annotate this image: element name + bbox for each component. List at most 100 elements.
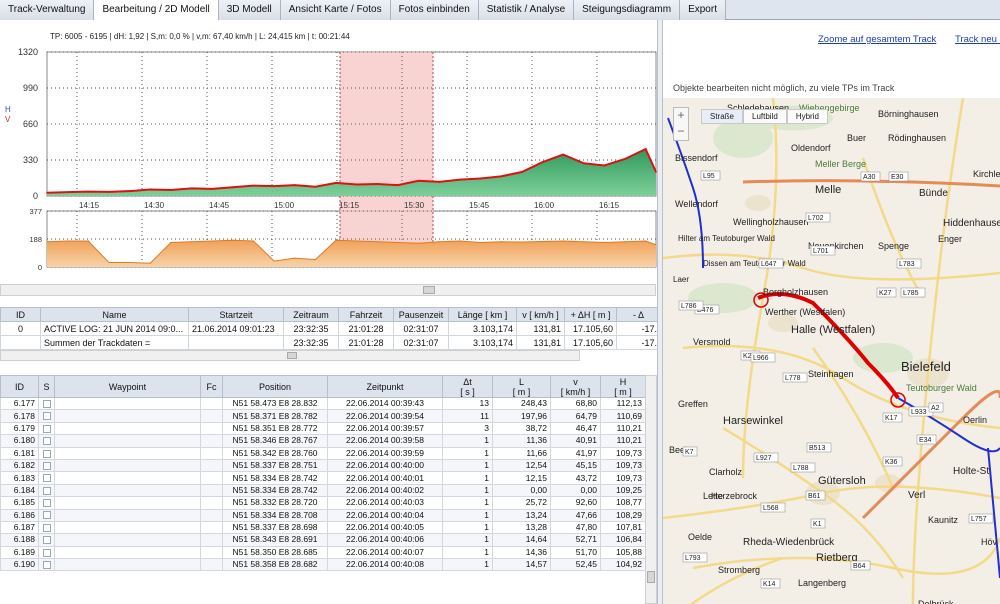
- waypoint-header[interactable]: Fc: [200, 375, 223, 398]
- summary-header-fahrzeit[interactable]: Fahrzeit: [338, 307, 394, 322]
- row-checkbox[interactable]: [42, 412, 51, 421]
- map-place-label: Lette: [703, 491, 723, 501]
- table-row[interactable]: 6.178 N51 58.371 E8 28.782 22.06.2014 00:3…: [0, 409, 646, 423]
- waypoint-vertical-scrollbar[interactable]: [645, 375, 657, 604]
- waypoint-header[interactable]: ID: [0, 375, 39, 398]
- table-row[interactable]: 6.183 N51 58.334 E8 28.742 22.06.2014 00:4…: [0, 471, 646, 485]
- table-row[interactable]: 6.190 N51 58.358 E8 28.682 22.06.2014 00:4…: [0, 558, 646, 572]
- row-checkbox[interactable]: [42, 523, 51, 532]
- waypoint-header[interactable]: v [ km/h ]: [550, 375, 601, 398]
- waypoint-cell: 108,77: [600, 496, 646, 510]
- zoom-in-button[interactable]: +: [674, 108, 688, 124]
- zoom-out-button[interactable]: −: [674, 124, 688, 140]
- table-row[interactable]: 6.187 N51 58.337 E8 28.698 22.06.2014 00:4…: [0, 520, 646, 535]
- tab-ansicht-karte[interactable]: Ansicht Karte / Fotos: [280, 0, 391, 20]
- row-checkbox[interactable]: [42, 511, 51, 520]
- row-checkbox[interactable]: [42, 437, 51, 446]
- chart-horizontal-scrollbar[interactable]: [0, 284, 656, 296]
- empty-cell: [54, 496, 201, 510]
- waypoint-cell: 22.06.2014 00:40:03: [327, 496, 443, 510]
- waypoint-cell: 1: [442, 458, 493, 473]
- summary-scroll-thumb[interactable]: [287, 352, 297, 359]
- zoom-to-track-link[interactable]: Zoome auf gesamtem Track: [818, 34, 936, 45]
- map-type-strasse[interactable]: Straße: [701, 109, 744, 124]
- row-checkbox[interactable]: [42, 424, 51, 433]
- map-place-label: Enger: [938, 234, 962, 244]
- summary-header-zeitraum[interactable]: Zeitraum: [283, 307, 339, 322]
- summary-header-dh-minus[interactable]: - Δ: [616, 307, 661, 322]
- summary-header-name[interactable]: Name: [40, 307, 189, 322]
- summary-row[interactable]: Summen der Trackdaten = 23:32:35 21:01:28 0…: [0, 335, 661, 350]
- elevation-point: [87, 190, 90, 193]
- tab-steigungsdiagramm[interactable]: Steigungsdiagramm: [574, 0, 681, 20]
- summary-header-v[interactable]: v [ km/h ]: [516, 307, 565, 322]
- summary-header-pausenzeit[interactable]: Pausenzeit: [393, 307, 449, 322]
- speed-point: [521, 241, 523, 243]
- tab-statistik[interactable]: Statistik / Analyse: [478, 0, 575, 20]
- table-row[interactable]: 6.179 N51 58.351 E8 28.772 22.06.2014 00:3…: [0, 421, 646, 436]
- row-checkbox[interactable]: [42, 399, 51, 408]
- waypoint-header[interactable]: H [ m ]: [600, 375, 646, 398]
- map-view[interactable]: Schledehausen Wiehengebirge Börninghausen R…: [663, 98, 1000, 604]
- map-place-label: Borgholzhausen: [763, 287, 828, 297]
- road-shield-label: B61: [808, 493, 821, 500]
- row-checkbox[interactable]: [42, 449, 51, 458]
- summary-header-startzeit[interactable]: Startzeit: [188, 307, 284, 322]
- tab-bearbeitung-2d[interactable]: Bearbeitung / 2D Modell: [94, 0, 219, 21]
- chart-scroll-thumb[interactable]: [423, 286, 435, 294]
- row-checkbox[interactable]: [42, 548, 51, 557]
- waypoint-scroll-thumb[interactable]: [647, 571, 655, 583]
- row-checkbox[interactable]: [42, 461, 51, 470]
- elevation-point: [211, 188, 213, 190]
- row-checkbox[interactable]: [42, 536, 51, 545]
- table-row[interactable]: 6.181 N51 58.342 E8 28.760 22.06.2014 00:3…: [0, 446, 646, 460]
- reload-track-link[interactable]: Track neu la: [955, 34, 1000, 45]
- row-checkbox[interactable]: [42, 499, 51, 508]
- empty-cell: [200, 508, 223, 522]
- map-place-label: Holte-St: [953, 466, 989, 477]
- table-row[interactable]: 6.188 N51 58.343 E8 28.691 22.06.2014 00:4…: [0, 533, 646, 547]
- summary-header-id[interactable]: ID: [0, 307, 41, 322]
- elevation-point: [644, 148, 647, 150]
- tab-fotos-einbinden[interactable]: Fotos einbinden: [390, 0, 479, 20]
- summary-header-dh-plus[interactable]: + ΔH [ m ]: [564, 307, 617, 322]
- summary-row[interactable]: 0 ACTIVE LOG: 21 JUN 2014 09:0... 21.06.20…: [0, 321, 661, 336]
- speed-point: [128, 261, 131, 264]
- table-row[interactable]: 6.189 N51 58.350 E8 28.685 22.06.2014 00:4…: [0, 545, 646, 560]
- row-checkbox[interactable]: [42, 486, 51, 495]
- waypoint-cell: 6.182: [0, 458, 39, 473]
- table-row[interactable]: 6.180 N51 58.346 E8 28.767 22.06.2014 00:3…: [0, 434, 646, 448]
- waypoint-header[interactable]: L [ m ]: [492, 375, 551, 398]
- track-summary-table: ID Name Startzeit Zeitraum Fahrzeit Paus…: [0, 307, 661, 350]
- row-checkbox[interactable]: [42, 474, 51, 483]
- map-place-label: Versmold: [693, 337, 731, 347]
- waypoint-header[interactable]: Waypoint: [54, 375, 201, 398]
- elevation-speed-chart[interactable]: 1320 990 660 330 0 14:15 14:30 14:45 15:00 15:15 1…: [0, 20, 660, 290]
- tab-track-verwaltung[interactable]: Track-Verwaltung: [0, 0, 95, 20]
- summary-cell: 21:01:28: [338, 335, 394, 350]
- table-row[interactable]: 6.177 N51 58.473 E8 28.832 22.06.2014 00:3…: [0, 396, 646, 411]
- map-type-hybrid[interactable]: Hybrid: [786, 109, 828, 124]
- map-canvas[interactable]: Schledehausen WiehengebirgeBörninghausenR…: [663, 98, 1000, 604]
- table-row[interactable]: 6.182 N51 58.337 E8 28.751 22.06.2014 00:4…: [0, 458, 646, 473]
- table-row[interactable]: 6.184 N51 58.334 E8 28.742 22.06.2014 00:4…: [0, 483, 646, 498]
- row-checkbox[interactable]: [42, 561, 51, 570]
- speed-point: [252, 240, 255, 242]
- map-place-label: Melle: [815, 184, 841, 196]
- waypoint-header[interactable]: Δt [ s ]: [442, 375, 493, 398]
- speed-tick-label: 0: [38, 263, 42, 272]
- empty-cell: [54, 471, 201, 485]
- map-type-luftbild[interactable]: Luftbild: [743, 109, 787, 124]
- waypoint-header[interactable]: S: [38, 375, 55, 398]
- waypoint-cell: 22.06.2014 00:39:43: [327, 396, 443, 411]
- table-row[interactable]: 6.186 N51 58.334 E8 28.708 22.06.2014 00:4…: [0, 508, 646, 522]
- table-row[interactable]: 6.185 N51 58.332 E8 28.720 22.06.2014 00:4…: [0, 496, 646, 510]
- waypoint-header[interactable]: Zeitpunkt: [327, 375, 443, 398]
- summary-header-laenge[interactable]: Länge [ km ]: [448, 307, 517, 322]
- tab-3d-modell[interactable]: 3D Modell: [218, 0, 281, 20]
- summary-horizontal-scrollbar[interactable]: [0, 350, 580, 361]
- waypoint-header[interactable]: Position: [222, 375, 328, 398]
- tab-export[interactable]: Export: [680, 0, 726, 20]
- map-place-label: Bünde: [919, 188, 948, 199]
- waypoint-cell: 1: [442, 545, 493, 560]
